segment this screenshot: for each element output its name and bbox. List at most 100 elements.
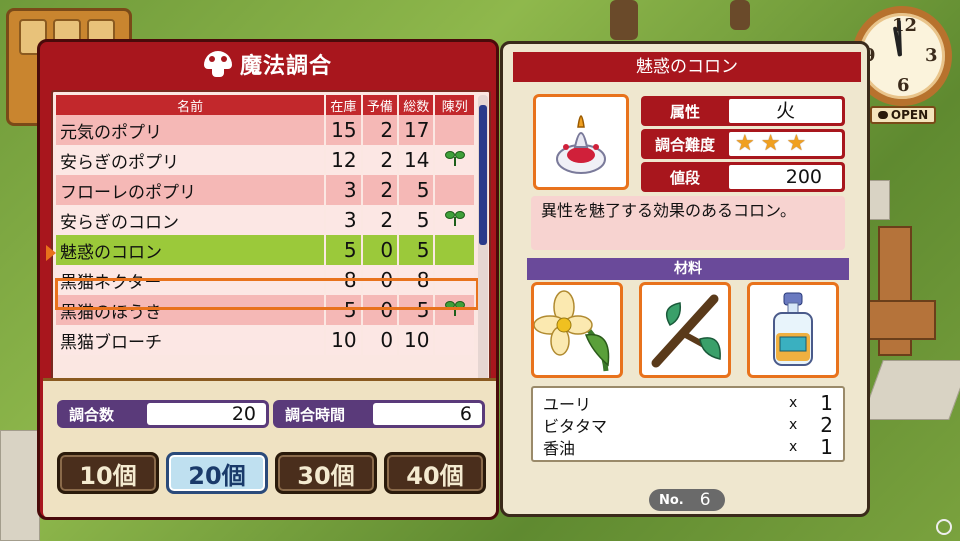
recipe-reserve: 2 [361,145,400,175]
background-stone-path [0,430,40,541]
recipe-name: フローレのポプリ [56,175,327,205]
quantity-10-button[interactable]: 10個 [57,452,159,494]
craft-count-label: 調合数 [69,405,115,424]
recipe-stock: 10 [325,325,363,355]
recipe-panel-header: 魔法調合 [40,42,496,86]
material-multiplier: x [789,417,798,433]
recipe-name: 安らぎのポプリ [56,145,327,175]
star-icon: ★ [735,131,755,156]
recipe-stock: 5 [325,295,363,325]
recipe-row[interactable]: 安らぎのポプリ 12 2 14 [56,145,476,175]
open-sign: OPEN [870,106,936,124]
recipe-list-scrollbar[interactable] [478,95,488,405]
recipe-reserve: 0 [361,265,400,295]
craft-settings [43,378,496,517]
recipe-display-status [434,325,476,355]
background-fence [866,300,936,340]
recipe-stock: 8 [325,265,363,295]
materials-list: ユーリ x 1 ビタタマ x 2 香油 x 1 [531,386,845,462]
recipe-stock: 12 [325,145,363,175]
attribute-label: 属性 [669,102,700,121]
recipe-total: 5 [398,175,436,205]
recipe-row[interactable]: 安らぎのコロン 3 2 5 [56,205,476,235]
recipe-stock: 5 [325,235,363,265]
recipe-table: 名前 在庫 予備 総数 陳列 元気のポプリ 15 2 17 安らぎのポプリ 12 2 14 フロ… [56,95,476,355]
watermark-logo [936,519,952,535]
recipe-stock: 3 [325,205,363,235]
material-frame-1 [531,282,623,378]
column-header-total[interactable]: 総数 [398,95,436,115]
recipe-panel-title: 魔法調合 [239,54,332,79]
column-header-name[interactable]: 名前 [56,95,327,115]
recipe-display-status [434,175,476,205]
recipe-reserve: 0 [361,295,400,325]
recipe-row[interactable]: 元気のポプリ 15 2 17 [56,115,476,145]
recipe-name: 黒猫のほうき [56,295,327,325]
attribute-value: 火 [729,99,842,123]
column-header-stock[interactable]: 在庫 [325,95,363,115]
column-header-reserve[interactable]: 予備 [361,95,400,115]
item-number-value: 6 [699,490,711,510]
recipe-reserve: 2 [361,115,400,145]
material-quantity: 2 [820,413,833,437]
star-icon: ★ [786,131,807,156]
materials-header: 材料 [527,258,849,280]
recipe-list[interactable]: 名前 在庫 予備 総数 陳列 元気のポプリ 15 2 17 安らぎのポプリ 12 2 14 フロ… [51,90,491,410]
quantity-40-button[interactable]: 40個 [384,452,486,494]
price-row: 値段 200 [641,162,845,192]
difficulty-stars: ★ ★ ★ [729,132,842,156]
recipe-total: 5 [398,205,436,235]
background-stone-path [861,360,960,420]
material-name: ユーリ [543,395,592,414]
recipe-display-status [434,145,476,175]
recipe-total: 5 [398,295,436,325]
recipe-total: 8 [398,265,436,295]
recipe-name: 安らぎのコロン [56,205,327,235]
item-detail-title: 魅惑のコロン [513,52,861,82]
recipe-panel: 魔法調合 名前 在庫 予備 総数 陳列 元気のポプリ 15 2 17 安らぎのポプリ 12… [37,39,499,520]
material-multiplier: x [789,395,798,411]
craft-time-label: 調合時間 [285,405,346,424]
recipe-row-selected[interactable]: 魅惑のコロン 5 0 5 [56,235,476,265]
recipe-display-status [434,205,476,235]
clock-number-6: 6 [897,75,910,96]
recipe-total: 17 [398,115,436,145]
item-number-plate: No. 6 [649,489,725,511]
sprout-icon [444,210,466,226]
perfume-bottle-icon [556,115,606,174]
recipe-display-status [434,295,476,325]
recipe-row[interactable]: 黒猫ネクター 8 0 8 [56,265,476,295]
material-name: 香油 [543,439,576,458]
material-frame-3 [747,282,839,378]
recipe-name: 元気のポプリ [56,115,327,145]
recipe-row[interactable]: 黒猫ブローチ 10 0 10 [56,325,476,355]
quantity-20-button[interactable]: 20個 [166,452,268,494]
flower-icon [533,290,610,372]
price-label: 値段 [669,168,700,187]
column-header-display[interactable]: 陳列 [434,95,476,115]
item-detail-panel: 魅惑のコロン 属性 火 調合難度 ★ ★ ★ 値段 200 異性を魅了する効果のある… [500,41,870,517]
recipe-stock: 15 [325,115,363,145]
recipe-display-status [434,115,476,145]
recipe-total: 5 [398,235,436,265]
craft-count-box: 調合数 20 [57,400,269,428]
recipe-name: 魅惑のコロン [56,235,327,265]
craft-time-box: 調合時間 6 [273,400,485,428]
recipe-reserve: 0 [361,325,400,355]
mushroom-icon [203,51,232,77]
recipe-total: 14 [398,145,436,175]
material-name: ビタタマ [543,417,608,436]
material-quantity: 1 [820,435,833,459]
scrollbar-thumb[interactable] [479,105,487,245]
item-description: 異性を魅了する効果のあるコロン。 [531,196,845,250]
item-image-frame [533,94,629,190]
quantity-30-button[interactable]: 30個 [275,452,377,494]
recipe-row[interactable]: フローレのポプリ 3 2 5 [56,175,476,205]
material-multiplier: x [789,439,798,455]
sprout-icon [444,300,466,316]
material-row: ビタタマ x 2 [543,413,833,437]
recipe-name: 黒猫ブローチ [56,325,327,355]
recipe-row[interactable]: 黒猫のほうき 5 0 5 [56,295,476,325]
background-tree-trunk [610,0,638,40]
attribute-row: 属性 火 [641,96,845,126]
